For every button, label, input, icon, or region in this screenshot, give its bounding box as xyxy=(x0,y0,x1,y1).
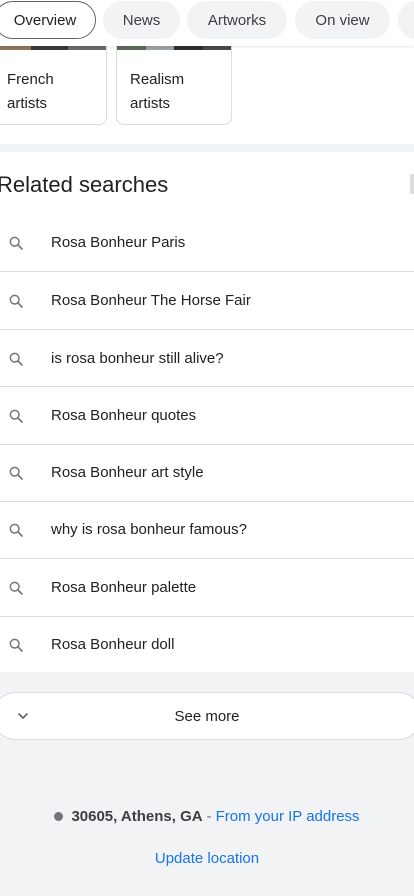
related-search-item[interactable]: Rosa Bonheur art style xyxy=(0,444,414,502)
tab-label: Artworks xyxy=(207,11,267,29)
card-french-artists[interactable]: French artists xyxy=(0,46,107,125)
related-search-item[interactable]: is rosa bonheur still alive? xyxy=(0,330,414,388)
related-search-text: Rosa Bonheur The Horse Fair xyxy=(51,292,251,309)
tab-bar: Overview News Artworks On view xyxy=(0,0,414,46)
related-search-text: is rosa bonheur still alive? xyxy=(51,350,224,367)
entity-carousel: French artists Realism artists xyxy=(0,46,414,144)
related-search-item[interactable]: Rosa Bonheur doll xyxy=(0,616,414,674)
search-icon xyxy=(7,579,25,597)
tab-artworks[interactable]: Artworks xyxy=(187,1,287,39)
tab-label: News xyxy=(122,11,161,29)
location-separator: - xyxy=(206,808,212,825)
related-search-text: Rosa Bonheur Paris xyxy=(51,234,186,251)
related-search-text: why is rosa bonheur famous? xyxy=(51,521,247,538)
related-search-text: Rosa Bonheur palette xyxy=(51,579,197,596)
location-source-link[interactable]: From your IP address xyxy=(216,808,360,825)
section-divider xyxy=(0,144,414,152)
location-line: 30605, Athens, GA - From your IP address xyxy=(0,808,414,825)
card-label: French artists xyxy=(7,71,54,112)
search-icon xyxy=(7,234,25,252)
update-location-link[interactable]: Update location xyxy=(0,850,414,867)
search-icon xyxy=(7,292,25,310)
related-search-item[interactable]: Rosa Bonheur quotes xyxy=(0,387,414,445)
search-icon xyxy=(7,407,25,425)
card-label: Realism artists xyxy=(130,71,185,112)
tab-news[interactable]: News xyxy=(103,1,180,39)
location-place: 30605, Athens, GA xyxy=(71,808,203,825)
related-searches-title: Related searches xyxy=(0,172,169,197)
tab-overview[interactable]: Overview xyxy=(0,1,96,39)
see-more-button[interactable]: See more xyxy=(0,692,414,740)
related-search-item[interactable]: Rosa Bonheur The Horse Fair xyxy=(0,272,414,330)
related-search-item[interactable]: Rosa Bonheur palette xyxy=(0,559,414,617)
card-thumbnail xyxy=(0,46,106,50)
see-more-label: See more xyxy=(174,708,240,725)
related-search-text: Rosa Bonheur art style xyxy=(51,464,204,481)
search-icon xyxy=(7,521,25,539)
related-search-text: Rosa Bonheur quotes xyxy=(51,407,197,424)
tab-more[interactable] xyxy=(398,1,414,39)
location-dot-icon xyxy=(54,812,64,821)
search-icon xyxy=(7,350,25,368)
tab-on-view[interactable]: On view xyxy=(295,1,390,39)
card-thumbnail xyxy=(117,46,231,50)
search-icon xyxy=(7,464,25,482)
related-search-item[interactable]: why is rosa bonheur famous? xyxy=(0,501,414,559)
more-icon[interactable] xyxy=(410,174,414,194)
card-realism-artists[interactable]: Realism artists xyxy=(116,46,232,125)
related-search-text: Rosa Bonheur doll xyxy=(51,636,175,653)
related-search-item[interactable]: Rosa Bonheur Paris xyxy=(0,214,414,272)
tab-label: Overview xyxy=(13,11,77,29)
tab-label: On view xyxy=(315,11,370,29)
search-icon xyxy=(7,636,25,654)
